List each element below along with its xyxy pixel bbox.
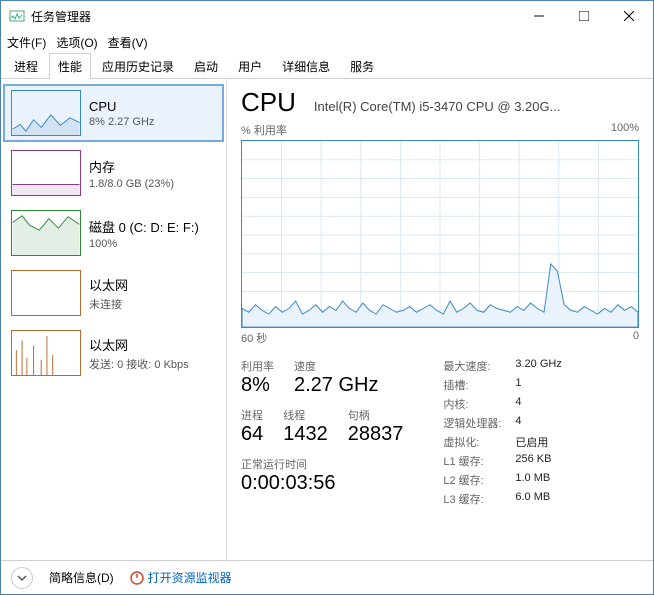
sidebar-item-CPU[interactable]: CPU 8% 2.27 GHz: [3, 84, 224, 142]
pair-key: 插槽:: [443, 377, 515, 393]
pair-value: 1.0 MB: [515, 472, 550, 488]
thumb-graph: [11, 270, 81, 316]
pair-key: L3 缓存:: [443, 491, 515, 507]
thumb-graph: [11, 210, 81, 256]
sidebar-item-label: 以太网: [89, 275, 128, 294]
pair-key: 内核:: [443, 396, 515, 412]
sidebar-item-磁盘 0 (C: D: E: F:)[interactable]: 磁盘 0 (C: D: E: F:)100%: [3, 204, 224, 262]
sidebar-item-label: CPU: [89, 99, 154, 114]
pair-key: 虚拟化:: [443, 434, 515, 450]
pair-key: L1 缓存:: [443, 453, 515, 469]
stats-left: 利用率8% 速度2.27 GHz 进程64 线程1432 句柄28837 正常运行时间…: [241, 358, 403, 507]
tab-启动[interactable]: 启动: [185, 53, 227, 79]
menubar: 文件(F) 选项(O) 查看(V): [1, 31, 653, 53]
sidebar-item-sub: 发送: 0 接收: 0 Kbps: [89, 356, 189, 372]
menu-file[interactable]: 文件(F): [7, 34, 46, 51]
uptime-value: 0:00:03:56: [241, 472, 403, 495]
thumb-graph: [11, 90, 81, 136]
stat-value: 2.27 GHz: [294, 374, 378, 397]
pair-value: 1: [515, 377, 521, 393]
pair-key: 逻辑处理器:: [443, 415, 515, 431]
sidebar-item-以太网[interactable]: 以太网未连接: [3, 264, 224, 322]
stat-value: 1432: [283, 423, 328, 446]
tab-详细信息[interactable]: 详细信息: [273, 53, 339, 79]
stat-value: 64: [241, 423, 263, 446]
tab-服务[interactable]: 服务: [341, 53, 383, 79]
stat-label: 线程: [283, 407, 328, 423]
sidebar-item-以太网[interactable]: 以太网发送: 0 接收: 0 Kbps: [3, 324, 224, 382]
stat-label: 句柄: [348, 407, 404, 423]
uptime-label: 正常运行时间: [241, 456, 403, 472]
close-button[interactable]: [606, 2, 651, 30]
tab-进程[interactable]: 进程: [5, 53, 47, 79]
main-panel: CPU Intel(R) Core(TM) i5-3470 CPU @ 3.20…: [227, 79, 653, 560]
tab-应用历史记录[interactable]: 应用历史记录: [93, 53, 183, 79]
thumb-graph: [11, 150, 81, 196]
resource-monitor-link[interactable]: 打开资源监视器: [130, 569, 232, 586]
pair-value: 4: [515, 415, 521, 431]
fewer-details-button[interactable]: 简略信息(D): [49, 569, 114, 586]
monitor-icon: [130, 571, 144, 585]
sidebar-item-label: 磁盘 0 (C: D: E: F:): [89, 217, 199, 236]
graph-y-label: % 利用率: [241, 122, 287, 138]
menu-view[interactable]: 查看(V): [108, 34, 148, 51]
tab-性能[interactable]: 性能: [49, 53, 91, 79]
pair-value: 3.20 GHz: [515, 358, 561, 374]
sidebar-item-label: 内存: [89, 157, 174, 176]
cpu-utilization-graph[interactable]: [241, 140, 639, 328]
stat-label: 进程: [241, 407, 263, 423]
graph-y-max: 100%: [611, 122, 639, 138]
graph-x-right: 0: [633, 330, 639, 346]
pair-key: L2 缓存:: [443, 472, 515, 488]
tab-用户[interactable]: 用户: [229, 53, 271, 79]
titlebar: 任务管理器: [1, 1, 653, 31]
stat-label: 利用率: [241, 358, 274, 374]
thumb-graph: [11, 330, 81, 376]
sidebar: CPU 8% 2.27 GHz 内存 1.8/8.0 GB (23%) 磁盘 0 (C:…: [1, 79, 227, 560]
pair-value: 已启用: [515, 434, 548, 450]
pair-value: 4: [515, 396, 521, 412]
cpu-heading: CPU: [241, 87, 296, 118]
maximize-button[interactable]: [561, 2, 606, 30]
footer: 简略信息(D) 打开资源监视器: [1, 560, 653, 594]
pair-value: 6.0 MB: [515, 491, 550, 507]
collapse-icon[interactable]: [11, 567, 33, 589]
menu-options[interactable]: 选项(O): [56, 34, 97, 51]
pair-value: 256 KB: [515, 453, 551, 469]
sidebar-item-sub: 100%: [89, 238, 199, 250]
stat-value: 28837: [348, 423, 404, 446]
graph-x-left: 60 秒: [241, 330, 267, 346]
sidebar-item-内存[interactable]: 内存 1.8/8.0 GB (23%): [3, 144, 224, 202]
tabbar: 进程性能应用历史记录启动用户详细信息服务: [1, 53, 653, 79]
sidebar-item-sub: 未连接: [89, 296, 128, 312]
stat-value: 8%: [241, 374, 274, 397]
stat-label: 速度: [294, 358, 378, 374]
sidebar-item-label: 以太网: [89, 335, 189, 354]
stats-right: 最大速度:3.20 GHz插槽:1内核:4逻辑处理器:4虚拟化:已启用L1 缓存…: [443, 358, 561, 507]
sidebar-item-sub: 8% 2.27 GHz: [89, 116, 154, 128]
window-title: 任务管理器: [31, 8, 516, 25]
cpu-model: Intel(R) Core(TM) i5-3470 CPU @ 3.20G...: [314, 99, 561, 114]
sidebar-item-sub: 1.8/8.0 GB (23%): [89, 178, 174, 190]
minimize-button[interactable]: [516, 2, 561, 30]
pair-key: 最大速度:: [443, 358, 515, 374]
app-icon: [9, 8, 25, 24]
